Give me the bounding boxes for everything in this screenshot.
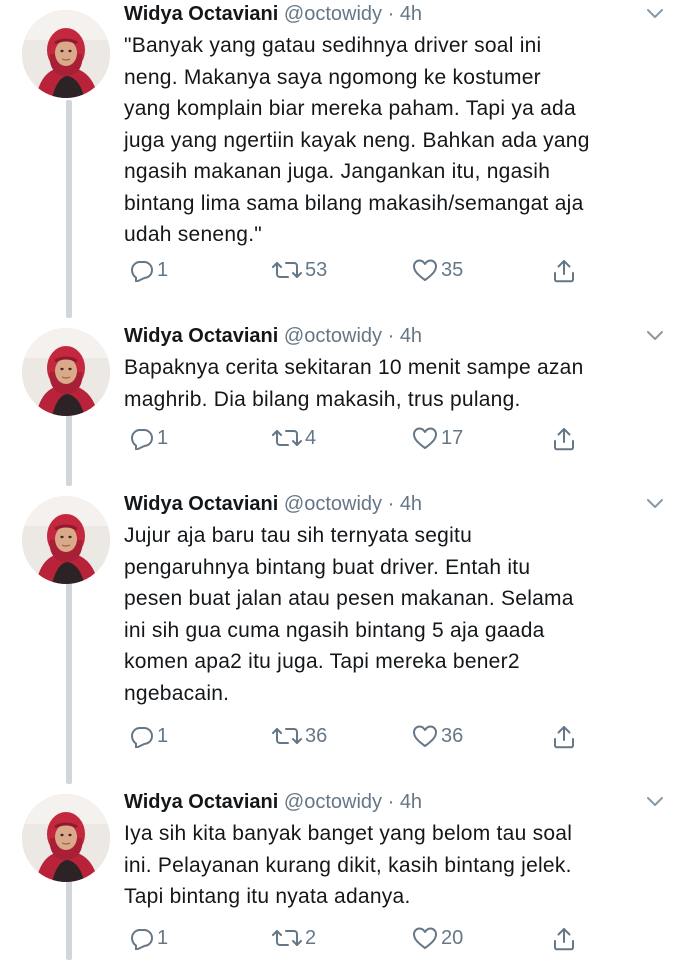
time-separator: · bbox=[387, 791, 395, 813]
tweet-menu-button[interactable] bbox=[644, 492, 666, 514]
reply-icon bbox=[130, 258, 154, 282]
tweet-text: Jujur aja baru tau sih ternyata segitu p… bbox=[124, 524, 574, 705]
retweet-icon bbox=[272, 926, 302, 950]
retweet-button[interactable]: 36 bbox=[272, 724, 327, 748]
retweet-button[interactable]: 2 bbox=[272, 926, 316, 950]
timestamp[interactable]: 4h bbox=[400, 3, 422, 25]
tweet-text: "Banyak yang gatau sedihnya driver soal … bbox=[124, 34, 590, 246]
tweet-text: Iya sih kita banyak banget yang belom ta… bbox=[124, 822, 573, 908]
reply-icon bbox=[130, 926, 154, 950]
chevron-down-icon bbox=[644, 2, 666, 24]
retweet-button[interactable]: 53 bbox=[272, 258, 327, 282]
heart-icon bbox=[412, 926, 438, 950]
like-button[interactable]: 35 bbox=[412, 258, 463, 282]
profile-photo-icon bbox=[22, 10, 110, 98]
user-handle[interactable]: @octowidy bbox=[284, 3, 382, 25]
tweet-actions: 1 2 20 bbox=[124, 926, 664, 960]
avatar[interactable] bbox=[22, 794, 110, 882]
timestamp[interactable]: 4h bbox=[400, 493, 422, 515]
profile-photo-icon bbox=[22, 496, 110, 584]
retweet-count: 2 bbox=[305, 926, 317, 949]
user-handle[interactable]: @octowidy bbox=[284, 791, 382, 813]
like-button[interactable]: 36 bbox=[412, 724, 463, 748]
share-button[interactable] bbox=[552, 258, 576, 284]
retweet-icon bbox=[272, 258, 302, 282]
tweet-menu-button[interactable] bbox=[644, 324, 666, 346]
chevron-down-icon bbox=[644, 492, 666, 514]
user-handle[interactable]: @octowidy bbox=[284, 325, 382, 347]
like-count: 35 bbox=[441, 258, 464, 281]
retweet-icon bbox=[272, 426, 302, 450]
time-separator: · bbox=[387, 325, 395, 347]
like-count: 17 bbox=[441, 426, 464, 449]
reply-button[interactable]: 1 bbox=[130, 724, 168, 748]
avatar[interactable] bbox=[22, 328, 110, 416]
reply-icon bbox=[130, 724, 154, 748]
retweet-count: 36 bbox=[305, 724, 328, 747]
reply-button[interactable]: 1 bbox=[130, 926, 168, 950]
like-button[interactable]: 20 bbox=[412, 926, 463, 950]
tweet-header: Widya Octaviani @octowidy · 4h bbox=[124, 788, 422, 816]
user-handle[interactable]: @octowidy bbox=[284, 493, 382, 515]
share-icon bbox=[552, 258, 576, 284]
reply-count: 1 bbox=[157, 426, 169, 449]
heart-icon bbox=[412, 724, 438, 748]
share-button[interactable] bbox=[552, 724, 576, 750]
profile-photo-icon bbox=[22, 794, 110, 882]
heart-icon bbox=[412, 258, 438, 282]
display-name[interactable]: Widya Octaviani bbox=[124, 493, 278, 515]
retweet-button[interactable]: 4 bbox=[272, 426, 316, 450]
time-separator: · bbox=[387, 493, 395, 515]
reply-count: 1 bbox=[157, 926, 169, 949]
timestamp[interactable]: 4h bbox=[400, 325, 422, 347]
tweet-menu-button[interactable] bbox=[644, 790, 666, 812]
tweet-actions: 1 53 35 bbox=[124, 258, 664, 292]
like-button[interactable]: 17 bbox=[412, 426, 463, 450]
display-name[interactable]: Widya Octaviani bbox=[124, 325, 278, 347]
tweet[interactable]: Widya Octaviani @octowidy · 4h Iya sih k… bbox=[0, 788, 692, 960]
avatar[interactable] bbox=[22, 496, 110, 584]
retweet-count: 4 bbox=[305, 426, 317, 449]
share-button[interactable] bbox=[552, 426, 576, 452]
retweet-icon bbox=[272, 724, 302, 748]
display-name[interactable]: Widya Octaviani bbox=[124, 791, 278, 813]
reply-button[interactable]: 1 bbox=[130, 258, 168, 282]
tweet-header: Widya Octaviani @octowidy · 4h bbox=[124, 0, 422, 28]
tweet[interactable]: Widya Octaviani @octowidy · 4h Jujur aja… bbox=[0, 490, 692, 784]
reply-button[interactable]: 1 bbox=[130, 426, 168, 450]
chevron-down-icon bbox=[644, 324, 666, 346]
reply-icon bbox=[130, 426, 154, 450]
tweet-menu-button[interactable] bbox=[644, 2, 666, 24]
tweet[interactable]: Widya Octaviani @octowidy · 4h Bapaknya … bbox=[0, 322, 692, 486]
tweet-header: Widya Octaviani @octowidy · 4h bbox=[124, 322, 422, 350]
profile-photo-icon bbox=[22, 328, 110, 416]
heart-icon bbox=[412, 426, 438, 450]
tweet-actions: 1 4 17 bbox=[124, 426, 664, 460]
time-separator: · bbox=[387, 3, 395, 25]
share-button[interactable] bbox=[552, 926, 576, 952]
share-icon bbox=[552, 926, 576, 952]
display-name[interactable]: Widya Octaviani bbox=[124, 3, 278, 25]
chevron-down-icon bbox=[644, 790, 666, 812]
reply-count: 1 bbox=[157, 258, 169, 281]
avatar[interactable] bbox=[22, 10, 110, 98]
timestamp[interactable]: 4h bbox=[400, 791, 422, 813]
tweet-header: Widya Octaviani @octowidy · 4h bbox=[124, 490, 422, 518]
like-count: 20 bbox=[441, 926, 464, 949]
like-count: 36 bbox=[441, 724, 464, 747]
retweet-count: 53 bbox=[305, 258, 328, 281]
tweet-text: Bapaknya cerita sekitaran 10 menit sampe… bbox=[124, 356, 584, 411]
tweet-actions: 1 36 36 bbox=[124, 724, 664, 758]
tweet[interactable]: Widya Octaviani @octowidy · 4h "Banyak y… bbox=[0, 0, 692, 318]
share-icon bbox=[552, 426, 576, 452]
reply-count: 1 bbox=[157, 724, 169, 747]
share-icon bbox=[552, 724, 576, 750]
